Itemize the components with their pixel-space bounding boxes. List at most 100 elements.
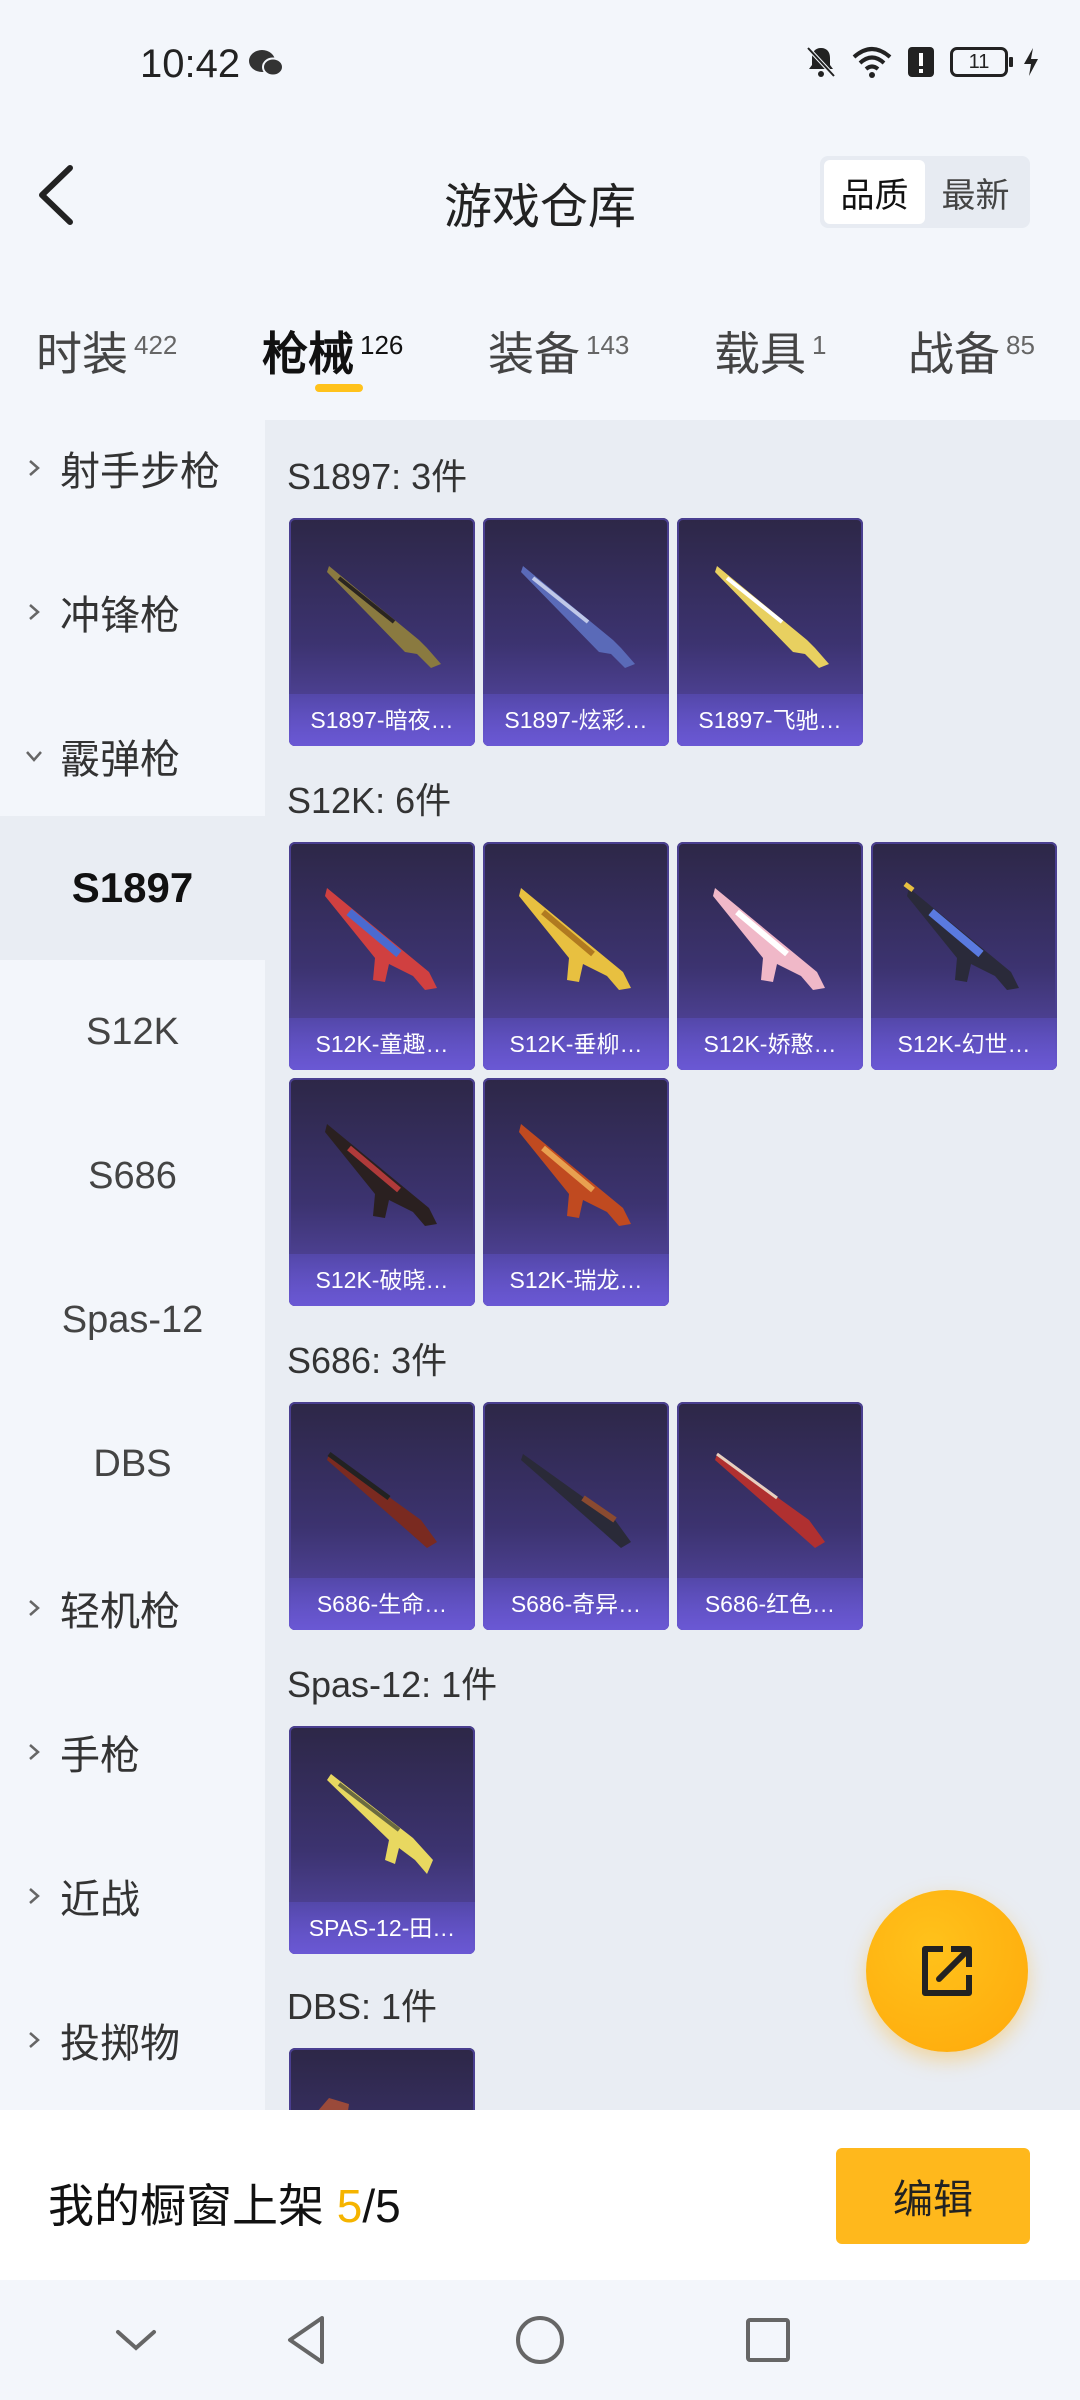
nav-home-icon[interactable] — [510, 2310, 570, 2370]
status-icons: 11 — [804, 44, 1040, 80]
nav-back-icon[interactable] — [278, 2310, 338, 2370]
skin-name: S12K-童趣… — [289, 1018, 475, 1070]
skin-card[interactable]: S1897-暗夜… — [289, 518, 475, 746]
showcase-total-count: /5 — [362, 2180, 401, 2232]
sort-toggle: 品质 最新 — [820, 156, 1030, 228]
rifle-skin-image — [903, 882, 1019, 990]
skin-card[interactable]: S12K-幻世… — [871, 842, 1057, 1070]
weapon-skin-list[interactable]: S1897: 3件 S1897-暗夜… S1897-炫彩… S1897-飞驰… … — [265, 420, 1080, 2110]
tab-label: 枪械 — [262, 328, 354, 380]
share-edit-button[interactable] — [866, 1890, 1028, 2052]
mute-icon — [806, 46, 836, 78]
tab-vehicles[interactable]: 载具 1 — [714, 318, 826, 384]
group-title: S686: 3件 — [287, 1340, 448, 1381]
tab-label: 时装 — [36, 328, 128, 380]
group-title: Spas-12: 1件 — [287, 1664, 498, 1705]
category-tabs: 时装 422 枪械 126 装备 143 载具 1 战备 85 — [0, 300, 1080, 410]
nav-down-icon[interactable] — [106, 2310, 166, 2370]
sidebar-item-spas12[interactable]: Spas-12 — [0, 1248, 265, 1392]
sidebar-item-lmg[interactable]: 轻机枪 — [0, 1536, 265, 1680]
skin-card[interactable]: SPAS-12-田… — [289, 1726, 475, 1954]
sidebar-item-throwables[interactable]: 投掷物 — [0, 1968, 265, 2112]
sidebar-item-pistol[interactable]: 手枪 — [0, 1680, 265, 1824]
battery-icon: 11 — [950, 47, 1013, 77]
shotgun-skin-image — [521, 566, 635, 668]
tab-count: 126 — [360, 329, 404, 360]
group-title: DBS: 1件 — [287, 1986, 438, 2027]
sidebar-item-label: S686 — [88, 1154, 177, 1197]
header: 游戏仓库 品质 最新 — [0, 140, 1080, 250]
shotgun-skin-image — [318, 2098, 349, 2110]
skin-card[interactable]: S12K-娇憨… — [677, 842, 863, 1070]
skin-card[interactable]: S12K-童趣… — [289, 842, 475, 1070]
sidebar-item-label: Spas-12 — [61, 1298, 204, 1341]
tab-count: 422 — [134, 329, 178, 360]
sidebar-item-label: S12K — [86, 1010, 179, 1053]
sidebar-item-s1897[interactable]: S1897 — [0, 816, 265, 960]
weapon-type-sidebar: 射手步枪 冲锋枪 霰弹枪 S1897 S12K S686 Spas-12 DBS… — [0, 410, 265, 2110]
wechat-icon — [249, 50, 284, 77]
skin-name: SPAS-12-田… — [289, 1902, 475, 1954]
skin-card[interactable]: S1897-飞驰… — [677, 518, 863, 746]
shotgun-skin-image — [715, 1452, 825, 1548]
system-nav-bar — [0, 2280, 1080, 2400]
status-bar: 10:42 11 — [0, 0, 1080, 130]
rifle-skin-image — [519, 888, 631, 990]
sidebar-item-melee[interactable]: 近战 — [0, 1824, 265, 1968]
skin-card[interactable]: S686-生命… — [289, 1402, 475, 1630]
skin-card[interactable]: S12K-垂柳… — [483, 842, 669, 1070]
sidebar-item-s686[interactable]: S686 — [0, 1104, 265, 1248]
sidebar-item-label: S1897 — [71, 864, 194, 911]
sort-newest-button[interactable]: 最新 — [925, 160, 1026, 224]
group-title: S12K: 6件 — [287, 780, 452, 821]
skin-name: S1897-飞驰… — [677, 694, 863, 746]
wifi-icon — [852, 47, 892, 78]
skin-name: S12K-破晓… — [289, 1254, 475, 1306]
skin-name: S1897-炫彩… — [483, 694, 669, 746]
rifle-skin-image — [519, 1124, 631, 1226]
sidebar-item-smg[interactable]: 冲锋枪 — [0, 540, 265, 684]
chevron-right-icon — [29, 460, 40, 476]
shotgun-skin-image — [327, 1451, 437, 1548]
skin-name: S12K-幻世… — [871, 1018, 1057, 1070]
showcase-status: 我的橱窗上架 5/5 — [48, 2170, 401, 2236]
tab-combat-gear[interactable]: 战备 85 — [908, 318, 1035, 384]
status-time: 10:42 — [140, 42, 241, 86]
tab-count: 143 — [586, 329, 630, 360]
edit-button[interactable]: 编辑 — [836, 2148, 1030, 2244]
chevron-right-icon — [29, 1888, 40, 1904]
skin-card[interactable]: S1897-炫彩… — [483, 518, 669, 746]
skin-name: S12K-娇憨… — [677, 1018, 863, 1070]
sidebar-item-shotgun[interactable]: 霰弹枪 — [0, 684, 265, 828]
skin-card[interactable]: S686-奇异… — [483, 1402, 669, 1630]
tab-firearms[interactable]: 枪械 126 — [262, 318, 403, 384]
group-title: S1897: 3件 — [287, 456, 468, 497]
chevron-right-icon — [29, 1600, 40, 1616]
chevron-right-icon — [29, 604, 40, 620]
shotgun-skin-image — [521, 1454, 631, 1548]
sidebar-item-label: 投掷物 — [60, 2022, 180, 2066]
nav-recent-icon[interactable] — [738, 2310, 798, 2370]
chevron-right-icon — [29, 1744, 40, 1760]
tab-equipment[interactable]: 装备 143 — [488, 318, 629, 384]
skin-name: S686-生命… — [289, 1578, 475, 1630]
rifle-skin-image — [325, 888, 437, 990]
skin-name: S1897-暗夜… — [289, 694, 475, 746]
chevron-right-icon — [29, 2032, 40, 2048]
sort-quality-button[interactable]: 品质 — [824, 160, 925, 224]
sidebar-item-label: 冲锋枪 — [60, 594, 180, 638]
skin-card[interactable]: S12K-瑞龙… — [483, 1078, 669, 1306]
skin-card[interactable] — [289, 2048, 475, 2110]
showcase-bar: 我的橱窗上架 5/5 编辑 — [0, 2110, 1080, 2280]
rifle-skin-image — [713, 888, 825, 990]
sidebar-item-s12k[interactable]: S12K — [0, 960, 265, 1104]
skin-card[interactable]: S12K-破晓… — [289, 1078, 475, 1306]
skin-name: S12K-垂柳… — [483, 1018, 669, 1070]
sidebar-item-label: 霰弹枪 — [60, 738, 180, 782]
tab-fashion[interactable]: 时装 422 — [36, 318, 177, 384]
sidebar-item-dmr[interactable]: 射手步枪 — [0, 396, 265, 540]
sidebar-item-label: 轻机枪 — [60, 1590, 180, 1634]
sidebar-item-dbs[interactable]: DBS — [0, 1392, 265, 1536]
share-edit-icon — [922, 1946, 972, 1996]
skin-card[interactable]: S686-红色… — [677, 1402, 863, 1630]
